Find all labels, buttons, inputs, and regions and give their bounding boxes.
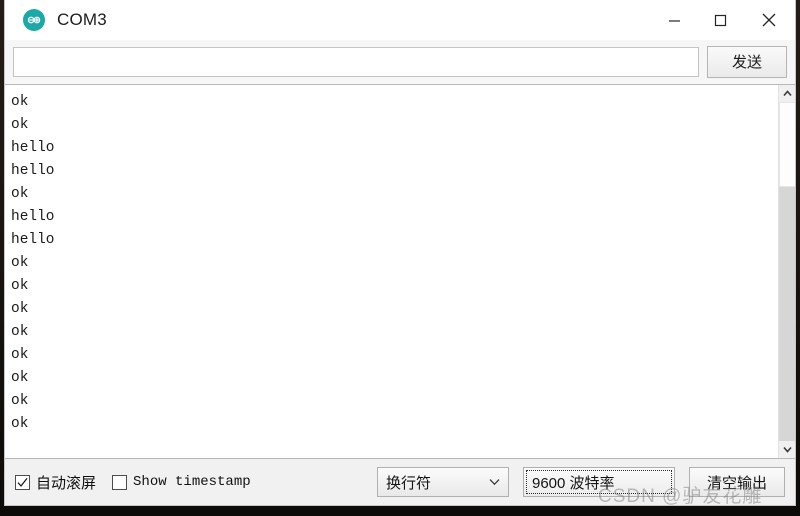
show-timestamp-checkbox-box[interactable] bbox=[112, 474, 128, 490]
console-line: ok bbox=[11, 301, 29, 317]
console-line: ok bbox=[11, 393, 29, 409]
send-input[interactable] bbox=[13, 47, 699, 77]
minimize-button[interactable] bbox=[651, 0, 697, 40]
console-line: ok bbox=[11, 347, 29, 363]
console-line: ok bbox=[11, 416, 29, 432]
console-scrollbar[interactable] bbox=[778, 85, 795, 458]
status-bar: 自动滚屏 Show timestamp 换行符 9600 波特率 清空输出 bbox=[5, 459, 795, 505]
newline-select[interactable]: 换行符 bbox=[377, 467, 509, 497]
screen: COM3 发送 ok ok hello hello ok hello hello… bbox=[0, 0, 800, 516]
arduino-logo-icon bbox=[23, 9, 45, 31]
scrollbar-track[interactable] bbox=[779, 102, 795, 441]
scrollbar-lower-track[interactable] bbox=[779, 187, 795, 441]
window-title: COM3 bbox=[57, 10, 107, 29]
newline-select-value: 换行符 bbox=[386, 474, 432, 492]
scroll-up-icon[interactable] bbox=[779, 85, 795, 102]
baud-rate-value: 9600 波特率 bbox=[532, 474, 615, 492]
console-line: ok bbox=[11, 370, 29, 386]
console-line: ok bbox=[11, 324, 29, 340]
scroll-down-icon[interactable] bbox=[779, 441, 795, 458]
show-timestamp-checkbox[interactable]: Show timestamp bbox=[112, 474, 251, 490]
console-line: ok bbox=[11, 186, 29, 202]
console-line: hello bbox=[11, 163, 55, 179]
serial-monitor-window: COM3 发送 ok ok hello hello ok hello hello… bbox=[4, 0, 796, 506]
title-bar: COM3 bbox=[5, 0, 795, 40]
autoscroll-label: 自动滚屏 bbox=[36, 474, 97, 492]
console-line: hello bbox=[11, 232, 55, 248]
maximize-button[interactable] bbox=[697, 0, 743, 40]
baud-rate-select[interactable]: 9600 波特率 bbox=[523, 467, 675, 497]
console-line: ok bbox=[11, 255, 29, 271]
send-button[interactable]: 发送 bbox=[707, 46, 787, 78]
send-row: 发送 bbox=[5, 40, 795, 84]
check-icon bbox=[17, 477, 28, 487]
close-button[interactable] bbox=[743, 0, 795, 40]
console-output[interactable]: ok ok hello hello ok hello hello ok ok ok ok ok ok ok… bbox=[5, 85, 778, 458]
autoscroll-checkbox[interactable]: 自动滚屏 bbox=[15, 472, 96, 493]
autoscroll-checkbox-box[interactable] bbox=[15, 474, 30, 490]
console-line: ok bbox=[11, 117, 29, 133]
console-line: hello bbox=[11, 140, 55, 156]
scrollbar-thumb[interactable] bbox=[779, 102, 795, 187]
console-area: ok ok hello hello ok hello hello ok ok ok ok ok ok ok… bbox=[5, 84, 795, 459]
window-controls bbox=[651, 0, 795, 40]
chevron-down-icon bbox=[489, 478, 500, 486]
clear-output-button[interactable]: 清空输出 bbox=[689, 467, 785, 497]
show-timestamp-label: Show timestamp bbox=[133, 474, 251, 490]
console-line: hello bbox=[11, 209, 55, 225]
console-line: ok bbox=[11, 94, 29, 110]
console-line: ok bbox=[11, 278, 29, 294]
